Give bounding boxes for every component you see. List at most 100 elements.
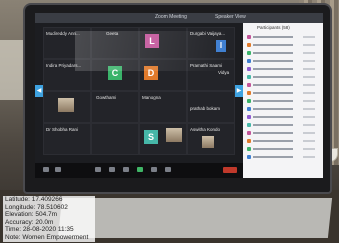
participant-row-name	[253, 156, 293, 158]
participant-avatar	[247, 99, 251, 103]
share-screen-icon[interactable]	[137, 167, 143, 172]
video-tile[interactable]: Dr Shobha Rani	[43, 123, 91, 155]
participant-row-icons	[303, 140, 315, 142]
record-icon[interactable]	[151, 167, 157, 172]
participant-row-icons	[303, 116, 315, 118]
laptop-screen: Zoom Meeting Speaker View Mudireddy Ann.…	[35, 13, 323, 178]
participant-row-name	[253, 140, 293, 142]
participant-row-icons	[303, 132, 315, 134]
participant-name: Manogna	[142, 95, 161, 100]
video-tile[interactable]: Aswitha Kondo	[187, 123, 235, 155]
video-tile[interactable]: Gowthami	[91, 91, 139, 123]
participant-avatar	[247, 155, 251, 159]
participant-photo	[202, 136, 214, 148]
participant-avatar	[247, 67, 251, 71]
chat-icon[interactable]	[123, 167, 129, 172]
participant-avatar	[247, 107, 251, 111]
prev-page-arrow-icon[interactable]: ◀	[35, 85, 43, 97]
avatar: S	[144, 130, 158, 144]
participant-row-icons	[303, 148, 315, 150]
participant-row-name	[253, 124, 293, 126]
participant-avatar	[247, 43, 251, 47]
participant-row[interactable]	[247, 147, 321, 152]
elevation-text: Elevation: 504.7m	[5, 211, 58, 218]
next-page-arrow-icon[interactable]: ▶	[235, 85, 243, 97]
participant-name: prathab bokam	[190, 106, 221, 111]
reactions-icon[interactable]	[165, 167, 171, 172]
video-tile[interactable]	[43, 91, 91, 123]
end-meeting-button[interactable]	[223, 167, 237, 173]
participant-photo	[58, 98, 74, 112]
laptop-keyboard	[57, 198, 333, 238]
participant-row[interactable]	[247, 59, 321, 64]
participant-row[interactable]	[247, 43, 321, 48]
participant-avatar	[247, 35, 251, 39]
participant-row[interactable]	[247, 51, 321, 56]
participant-row-name	[253, 44, 293, 46]
meeting-toolbar	[35, 163, 243, 178]
video-tile[interactable]: prathab bokam	[187, 91, 235, 123]
participant-row-name	[253, 148, 293, 150]
participant-row[interactable]	[247, 83, 321, 88]
participant-row-name	[253, 52, 293, 54]
participant-avatar	[247, 75, 251, 79]
participant-row[interactable]	[247, 75, 321, 80]
wall-paper	[0, 40, 28, 100]
mute-icon[interactable]	[43, 167, 49, 172]
participant-row[interactable]	[247, 107, 321, 112]
participant-row-icons	[303, 44, 315, 46]
participant-row-icons	[303, 92, 315, 94]
participant-row-icons	[303, 76, 315, 78]
time-text: Time: 28-08-2020 11:35	[5, 226, 74, 233]
security-icon[interactable]	[95, 167, 101, 172]
participant-row-name	[253, 92, 293, 94]
accuracy-text: Accuracy: 20.0m	[5, 218, 54, 226]
participant-photo	[166, 128, 182, 142]
participant-avatar	[247, 115, 251, 119]
view-toggle[interactable]: Speaker View	[215, 14, 246, 20]
participant-row-icons	[303, 100, 315, 102]
participant-avatar	[247, 91, 251, 95]
participant-row-icons	[303, 60, 315, 62]
participant-avatar	[247, 59, 251, 63]
participant-row-name	[253, 132, 293, 134]
participant-row-name	[253, 108, 293, 110]
participant-name: Aswitha Kondo	[190, 127, 221, 132]
participant-row[interactable]	[247, 131, 321, 136]
participant-row-icons	[303, 124, 315, 126]
screen-glare	[75, 31, 225, 71]
participant-avatar	[247, 123, 251, 127]
participant-row-icons	[303, 108, 315, 110]
participant-avatar	[247, 147, 251, 151]
participant-row[interactable]	[247, 67, 321, 72]
participant-avatar	[247, 131, 251, 135]
participant-row[interactable]	[247, 91, 321, 96]
participant-row-icons	[303, 84, 315, 86]
participant-row[interactable]	[247, 35, 321, 40]
participant-row[interactable]	[247, 123, 321, 128]
window-title: Zoom Meeting	[155, 14, 187, 20]
participant-avatar	[247, 83, 251, 87]
participant-row-icons	[303, 156, 315, 158]
video-tile[interactable]: S	[139, 123, 187, 155]
participant-row[interactable]	[247, 115, 321, 120]
video-icon[interactable]	[55, 167, 61, 172]
participant-row[interactable]	[247, 99, 321, 104]
latitude-text: Latitude: 17.409266	[5, 196, 63, 203]
participant-row-name	[253, 100, 293, 102]
note-text: Note: Women Empowerment	[5, 233, 89, 241]
participants-icon[interactable]	[109, 167, 115, 172]
participant-row-name	[253, 116, 293, 118]
participant-row-icons	[303, 36, 315, 38]
participant-row-name	[253, 36, 293, 38]
participant-row[interactable]	[247, 139, 321, 144]
participant-row-name	[253, 60, 293, 62]
participant-name: Dr Shobha Rani	[46, 127, 79, 132]
participant-row[interactable]	[247, 155, 321, 160]
video-tile[interactable]	[91, 123, 139, 155]
geotag-overlay: Latitude: 17.409266 Longitude: 78.510602…	[3, 196, 95, 242]
video-tile[interactable]: Manogna	[139, 91, 187, 123]
meeting-titlebar: Zoom Meeting Speaker View	[35, 13, 323, 23]
participant-row-icons	[303, 52, 315, 54]
participant-row-name	[253, 68, 293, 70]
